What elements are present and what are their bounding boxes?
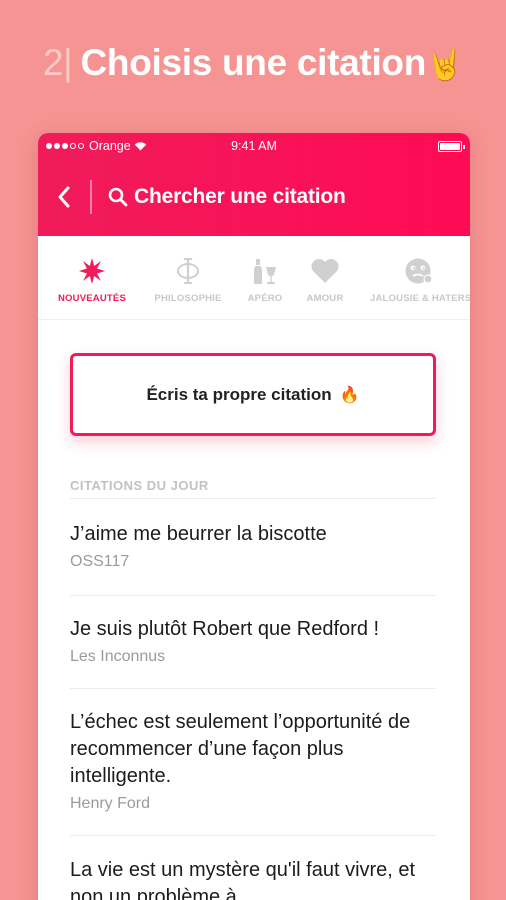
quote-item[interactable]: J’aime me beurrer la biscotte OSS117 [70,521,436,571]
battery-icon [438,141,465,152]
divider [70,498,436,499]
divider [70,595,436,596]
heart-icon [311,259,339,283]
search-icon [108,187,128,207]
search-button[interactable]: Chercher une citation [108,185,346,209]
quote-text: La vie est un mystère qu'il faut vivre, … [70,859,416,900]
quote-item[interactable]: L’échec est seulement l’opportunité de r… [70,709,436,813]
status-time: 9:41 AM [231,139,277,153]
fire-emoji: 🔥 [339,386,360,404]
write-button-label: Écris ta propre citation [146,384,332,404]
face-icon [405,258,432,284]
rock-hand-emoji: 🤘 [426,49,464,82]
tab-label: APÉRO [247,293,283,304]
chevron-left-icon [58,186,70,208]
tab-label: JALOUSIE & HATERS [370,293,470,304]
bottle-glass-icon [254,259,276,284]
phone-frame: Orange 9:41 AM Chercher une citation NOU… [38,133,470,900]
divider [70,835,436,836]
divider [70,688,436,689]
section-title: CITATIONS DU JOUR [70,478,209,493]
tab-label: NOUVEAUTÉS [58,293,126,304]
tab-amour[interactable]: AMOUR [296,236,354,319]
tab-label: AMOUR [306,293,344,304]
write-own-quote-button[interactable]: Écris ta propre citation 🔥 [70,353,436,436]
headline-separator: | [63,42,73,83]
quote-item[interactable]: Je suis plutôt Robert que Redford ! Les … [70,616,436,666]
nav-row: Chercher une citation [38,177,470,217]
headline-text: Choisis une citation [80,42,427,83]
nav-divider [90,180,92,214]
back-button[interactable] [38,177,90,217]
sparkle-icon [79,258,105,284]
quote-text: L’échec est seulement l’opportunité de r… [70,711,411,787]
headline-number: 2 [42,42,64,83]
quote-item[interactable]: La vie est un mystère qu'il faut vivre, … [70,857,436,900]
app-bar: Orange 9:41 AM Chercher une citation [38,133,470,236]
category-tabs: NOUVEAUTÉS PHILOSOPHIE APÉRO AMOUR JALOU… [38,236,470,320]
tab-nouveautes[interactable]: NOUVEAUTÉS [50,236,134,319]
quote-author: Henry Ford [70,795,151,812]
quote-author: OSS117 [70,553,130,570]
tab-apero[interactable]: APÉRO [234,236,296,319]
phi-icon [177,258,199,284]
tab-philosophie[interactable]: PHILOSOPHIE [146,236,230,319]
headline: 2| Choisis une citation🤘 [0,42,506,84]
search-label: Chercher une citation [134,185,346,208]
tab-label: PHILOSOPHIE [154,293,222,304]
quote-text: J’aime me beurrer la biscotte [70,523,327,545]
quote-text: Je suis plutôt Robert que Redford ! [70,618,380,640]
tab-jalousie-haters[interactable]: JALOUSIE & HATERS [364,236,470,319]
quote-author: Les Inconnus [70,648,166,665]
status-bar: Orange 9:41 AM [46,139,465,155]
